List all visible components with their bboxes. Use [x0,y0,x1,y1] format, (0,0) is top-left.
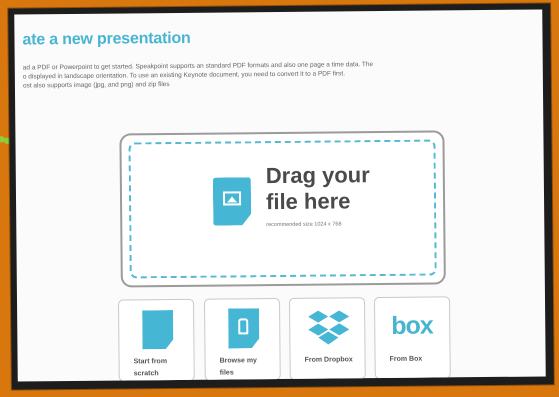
page-description: ad a PDF or Powerpoint to get started. S… [23,58,543,90]
photo-icon [223,191,241,205]
from-dropbox-label: From Dropbox [304,356,353,364]
screenshot-stage: ate a new presentation ad a PDF or Power… [0,0,559,397]
page-title: ate a new presentation [22,29,191,49]
source-options: Start from scratch Browse my files From … [117,296,453,382]
box-icon: box [391,311,433,340]
drag-file-heading-line-2: file here [265,188,351,215]
start-from-scratch-button[interactable]: Start from scratch [117,298,195,382]
dashed-drop-area[interactable]: Drag your file here recommended size 102… [128,139,437,279]
dropbox-icon [308,310,350,345]
folder-file-icon [228,308,259,348]
image-file-icon [213,177,251,225]
browse-files-button[interactable]: Browse my files [203,298,281,381]
start-from-scratch-label: Start from scratch [133,358,168,378]
from-box-label: From Box [389,355,423,363]
presentation-page: ate a new presentation ad a PDF or Power… [14,9,546,382]
from-dropbox-button[interactable]: From Dropbox [288,297,366,380]
recommended-size-text: recommended size 1024 x 768 [266,221,342,229]
drag-file-heading-line-1: Drag your [265,162,370,189]
file-drop-zone[interactable]: Drag your file here recommended size 102… [119,130,446,288]
browse-files-label: Browse my files [219,357,257,377]
from-box-button[interactable]: box From Box [373,296,451,380]
document-icon [142,310,173,349]
drag-file-heading: Drag your file here [266,162,396,215]
